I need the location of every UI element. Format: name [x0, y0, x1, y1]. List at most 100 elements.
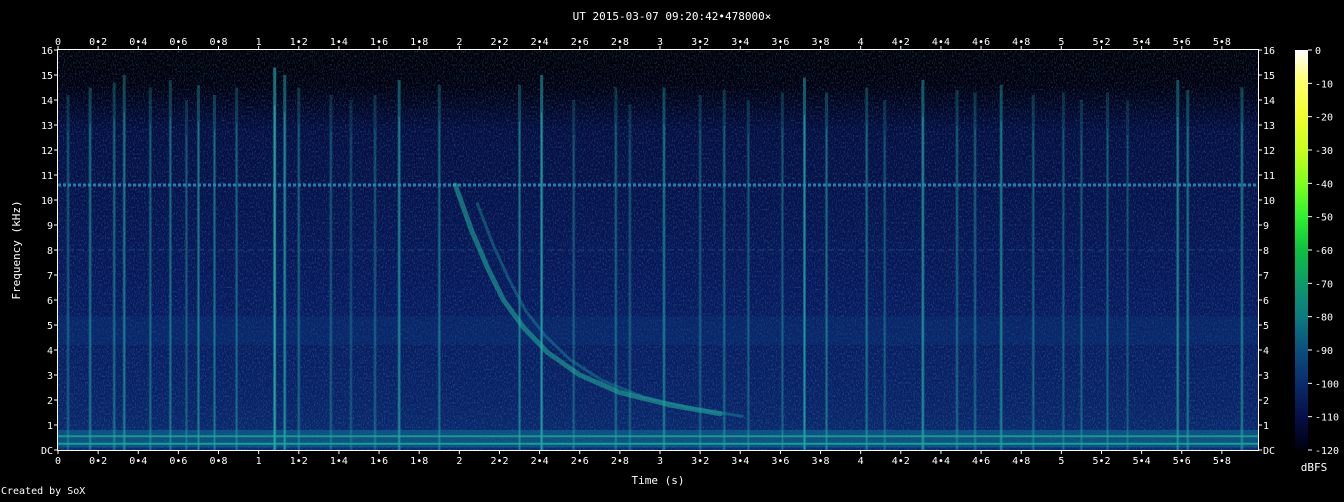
x-tick-label-top: 2•4 [531, 37, 549, 48]
x-tick-label-bottom: 0•6 [169, 456, 187, 467]
sferic-core [197, 121, 199, 450]
sferic-core [1241, 123, 1243, 450]
y-tick-label-left: 1 [47, 421, 53, 432]
x-tick-label-top: 3•2 [691, 37, 709, 48]
sferic-core [866, 123, 868, 450]
y-tick-label-right: 12 [1263, 146, 1275, 157]
sferic-core [113, 119, 115, 450]
sferic-core [236, 123, 238, 450]
sferic-core [1127, 135, 1129, 450]
x-tick-label-top: 4•4 [932, 37, 950, 48]
x-tick-label-top: 4•6 [972, 37, 990, 48]
colorbar-tick-label: -80 [1315, 313, 1333, 324]
chart-title: UT 2015-03-07 09:20:42•478000× [573, 10, 772, 23]
colorbar-tick-label: -20 [1315, 113, 1333, 124]
y-tick-label-left: 15 [41, 71, 53, 82]
sferic-core [803, 114, 805, 450]
x-tick-label-top: 0 [55, 37, 61, 48]
x-tick-label-top: 5•2 [1092, 37, 1110, 48]
colorbar-tick-label: -90 [1315, 346, 1333, 357]
x-tick-label-top: 1•8 [410, 37, 428, 48]
y-tick-label-right: 11 [1263, 171, 1275, 182]
y-tick-label-left: 4 [47, 346, 53, 357]
x-tick-label-bottom: 1•8 [410, 456, 428, 467]
y-tick-label-left: 7 [47, 271, 53, 282]
sferic-core [67, 130, 69, 450]
x-tick-label-top: 1•2 [290, 37, 308, 48]
y-axis-label: Frequency (kHz) [10, 200, 23, 299]
y-tick-label-left: 16 [41, 46, 53, 57]
x-tick-label-top: 3•4 [731, 37, 749, 48]
x-tick-label-top: 3•6 [771, 37, 789, 48]
y-tick-label-left: DC [41, 446, 53, 457]
x-tick-label-top: 2•8 [611, 37, 629, 48]
x-tick-label-top: 2•2 [490, 37, 508, 48]
y-tick-label-right: 8 [1263, 246, 1269, 257]
y-tick-label-right: 3 [1263, 371, 1269, 382]
y-tick-label-right: 4 [1263, 346, 1269, 357]
x-tick-label-top: 5•8 [1213, 37, 1231, 48]
sferic-core [747, 135, 749, 450]
x-tick-label-bottom: 4•2 [892, 456, 910, 467]
x-tick-label-bottom: 0•4 [129, 456, 147, 467]
sferic-core [89, 123, 91, 450]
colorbar-tick-label: -30 [1315, 146, 1333, 157]
x-tick-label-bottom: 4•6 [972, 456, 990, 467]
x-tick-label-top: 5•6 [1173, 37, 1191, 48]
x-tick-label-bottom: 5 [1058, 456, 1064, 467]
x-tick-label-bottom: 4•4 [932, 456, 950, 467]
x-tick-label-bottom: 5•2 [1092, 456, 1110, 467]
y-axis-right: DC12345678910111213141516 [1258, 46, 1275, 457]
sferic-core [398, 117, 400, 450]
sferic-core [438, 121, 440, 450]
y-tick-label-right: 9 [1263, 221, 1269, 232]
y-tick-label-left: 6 [47, 296, 53, 307]
x-tick-label-bottom: 1•2 [290, 456, 308, 467]
x-tick-label-top: 1•6 [370, 37, 388, 48]
x-tick-label-top: 5•4 [1133, 37, 1151, 48]
sferic-core [974, 128, 976, 450]
y-tick-label-left: 11 [41, 171, 53, 182]
x-tick-label-bottom: 3 [657, 456, 663, 467]
x-tick-label-top: 2•6 [571, 37, 589, 48]
x-tick-label-top: 2 [456, 37, 462, 48]
sferic-core [1032, 130, 1034, 450]
spectrogram-chart: UT 2015-03-07 09:20:42•478000× 0 0•2 0•4 0•… [1, 10, 1339, 497]
y-tick-label-left: 5 [47, 321, 53, 332]
sferic-core [615, 123, 617, 450]
colorbar-tick-label: -110 [1315, 413, 1339, 424]
y-tick-label-right: 7 [1263, 271, 1269, 282]
x-tick-label-bottom: 2•8 [611, 456, 629, 467]
sferic-core [1062, 128, 1064, 450]
colorbar-tick-label: -50 [1315, 213, 1333, 224]
x-axis-bottom: 0 0•2 0•4 0•6 0•8 1 1•2 1•4 1•6 1•8 2 2•2 2•4 2•6 2•8 3… [55, 450, 1231, 467]
y-tick-label-left: 13 [41, 121, 53, 132]
plot-area [58, 50, 1258, 450]
colorbar-tick-label: -60 [1315, 246, 1333, 257]
x-tick-label-bottom: 0 [55, 456, 61, 467]
sferic-core [169, 117, 171, 450]
sferic-core [884, 135, 886, 450]
x-tick-label-top: 4•8 [1012, 37, 1030, 48]
y-tick-label-right: 1 [1263, 421, 1269, 432]
y-tick-label-right: 5 [1263, 321, 1269, 332]
colorbar-tick-label: -120 [1315, 446, 1339, 457]
x-tick-label-top: 3 [657, 37, 663, 48]
spectrogram-figure: UT 2015-03-07 09:20:42•478000× 0 0•2 0•4 0•… [0, 0, 1344, 498]
sferic-core [374, 130, 376, 450]
x-tick-label-bottom: 5•4 [1133, 456, 1151, 467]
x-tick-label-top: 1 [256, 37, 262, 48]
sferic-core [956, 126, 958, 450]
x-tick-label-bottom: 4 [858, 456, 864, 467]
y-tick-label-left: 10 [41, 196, 53, 207]
x-tick-label-bottom: 0•2 [89, 456, 107, 467]
colorbar-unit: dBFS [1301, 461, 1328, 474]
y-tick-label-right: 15 [1263, 71, 1275, 82]
colorbar-tick-label: -100 [1315, 379, 1339, 390]
sferic-core [699, 130, 701, 450]
y-tick-label-right: DC [1263, 446, 1275, 457]
x-tick-label-bottom: 3•8 [812, 456, 830, 467]
x-tick-label-bottom: 0•8 [210, 456, 228, 467]
y-tick-label-right: 6 [1263, 296, 1269, 307]
x-tick-label-bottom: 1•4 [330, 456, 348, 467]
